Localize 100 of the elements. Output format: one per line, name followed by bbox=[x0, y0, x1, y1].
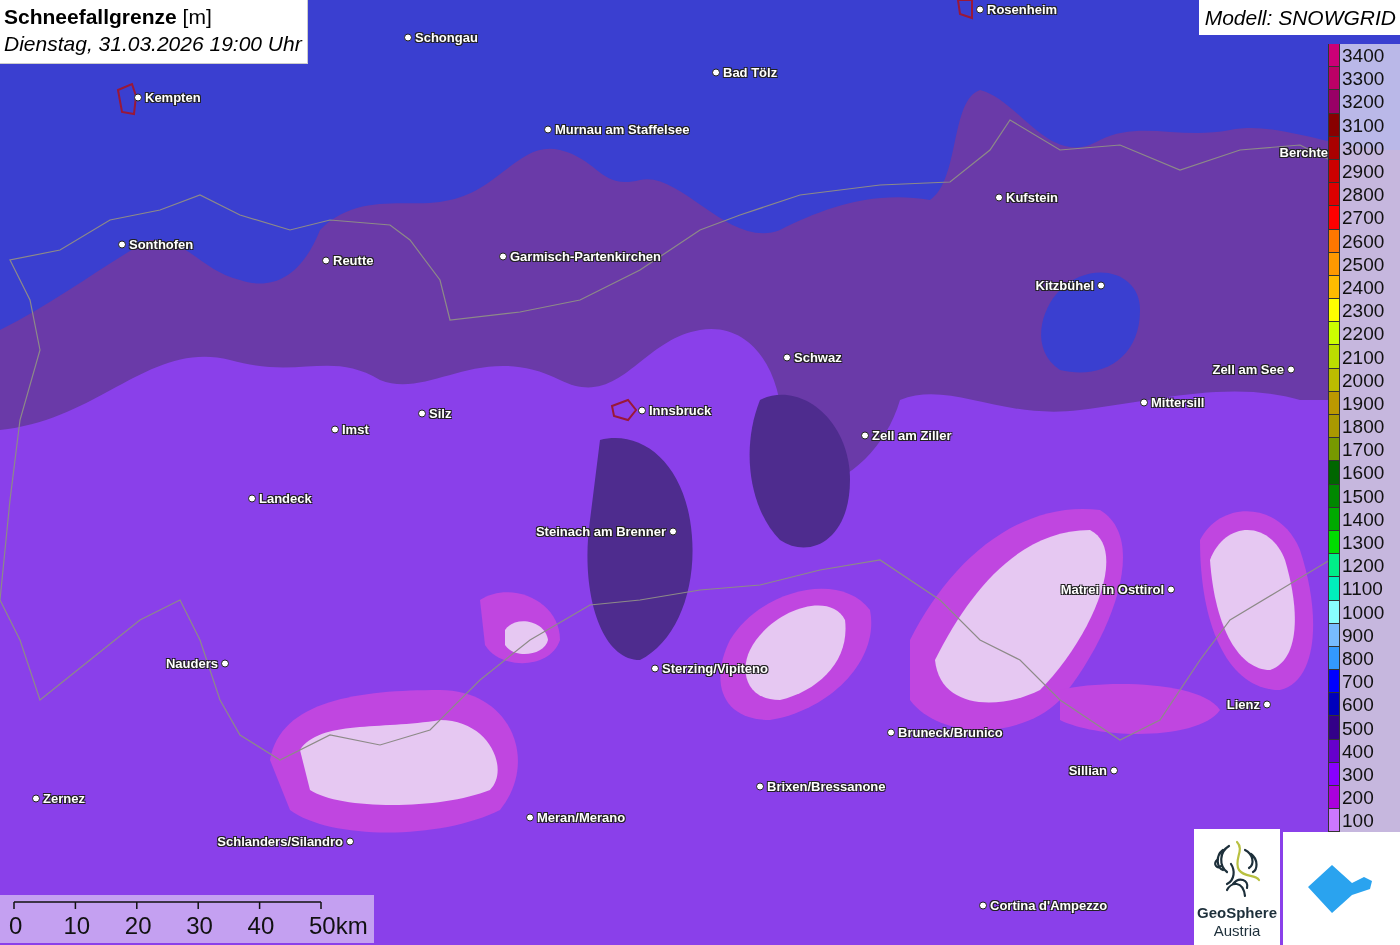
city-label: Mittersill bbox=[1151, 394, 1205, 410]
city-dot bbox=[1287, 365, 1295, 373]
legend-label: 2700 bbox=[1342, 208, 1385, 228]
city-dot bbox=[248, 494, 256, 502]
city-dot bbox=[1140, 398, 1148, 406]
city-dot bbox=[756, 782, 764, 790]
city-label: Schwaz bbox=[794, 349, 842, 365]
legend-label: 700 bbox=[1342, 672, 1374, 692]
city-label: Kempten bbox=[145, 89, 201, 105]
city-dot bbox=[651, 664, 659, 672]
city-dot bbox=[404, 33, 412, 41]
city-label: Zernez bbox=[43, 790, 85, 806]
legend-label: 2900 bbox=[1342, 162, 1385, 182]
city-dot bbox=[887, 728, 895, 736]
city-dot bbox=[783, 353, 791, 361]
legend-label: 3000 bbox=[1342, 138, 1385, 158]
legend-label: 1400 bbox=[1342, 509, 1385, 529]
city-label: Nauders bbox=[165, 655, 218, 671]
legend-label: 3200 bbox=[1342, 92, 1385, 112]
legend-label: 600 bbox=[1342, 695, 1374, 715]
city-label: Cortina d'Ampezzo bbox=[990, 897, 1108, 913]
city-label: Zell am Ziller bbox=[872, 427, 952, 443]
legend-label: 1100 bbox=[1342, 579, 1383, 599]
city-label: Schongau bbox=[415, 29, 478, 45]
logo-name: GeoSphere bbox=[1197, 904, 1277, 922]
legend-label: 1700 bbox=[1342, 440, 1385, 460]
legend-label: 1600 bbox=[1342, 463, 1385, 483]
city-label: Murnau am Staffelsee bbox=[555, 121, 690, 137]
city-label: Steinach am Brenner bbox=[535, 523, 666, 539]
city-dot bbox=[1167, 585, 1175, 593]
scale-label: 50km bbox=[309, 912, 368, 940]
city-dot bbox=[861, 431, 869, 439]
legend-label: 1900 bbox=[1342, 393, 1385, 413]
map-title: Schneefallgrenze [m] bbox=[4, 4, 213, 30]
city-label: Silz bbox=[429, 405, 452, 421]
legend-label: 1300 bbox=[1342, 533, 1385, 553]
legend-label: 2400 bbox=[1342, 277, 1385, 297]
city-label: Innsbruck bbox=[649, 402, 712, 418]
city-dot bbox=[1097, 281, 1105, 289]
city-dot bbox=[1263, 700, 1271, 708]
city-label: Bad Tölz bbox=[723, 64, 778, 80]
legend-label: 1800 bbox=[1342, 417, 1385, 437]
city-label: Matrei in Osttirol bbox=[1060, 581, 1164, 597]
city-label: Landeck bbox=[259, 490, 312, 506]
city-label: Kitzbühel bbox=[1035, 277, 1094, 293]
city-dot bbox=[638, 406, 646, 414]
scale-label: 20 bbox=[124, 912, 152, 940]
legend-label: 3100 bbox=[1342, 115, 1385, 135]
legend-label: 300 bbox=[1342, 764, 1374, 784]
legend-label: 1200 bbox=[1342, 556, 1385, 576]
city-label: Bruneck/Brunico bbox=[898, 724, 1003, 740]
city-label: Berchte bbox=[1279, 144, 1328, 160]
model-label: Modell: SNOWGRID bbox=[1198, 0, 1400, 35]
scale-label: 0 bbox=[9, 912, 23, 940]
city-dot bbox=[712, 68, 720, 76]
city-dot bbox=[1110, 766, 1118, 774]
legend-label: 400 bbox=[1342, 741, 1374, 761]
scale-label: 10 bbox=[63, 912, 91, 940]
city-dot bbox=[976, 5, 984, 13]
city-dot bbox=[118, 240, 126, 248]
city-dot bbox=[134, 93, 142, 101]
scale-label: 30 bbox=[186, 912, 213, 940]
legend-label: 2000 bbox=[1342, 370, 1385, 390]
city-label: Rosenheim bbox=[987, 1, 1058, 17]
legend-label: 800 bbox=[1342, 648, 1374, 668]
legend-label: 2600 bbox=[1342, 231, 1385, 251]
city-label: Sonthofen bbox=[129, 236, 194, 252]
legend-label: 2200 bbox=[1342, 324, 1385, 344]
legend-label: 900 bbox=[1342, 625, 1374, 645]
city-dot bbox=[499, 252, 507, 260]
city-label: Garmisch-Partenkirchen bbox=[510, 248, 661, 264]
city-dot bbox=[32, 794, 40, 802]
legend-label: 2300 bbox=[1342, 301, 1385, 321]
forecast-datetime: Dienstag, 31.03.2026 19:00 Uhr bbox=[4, 31, 302, 57]
city-dot bbox=[331, 425, 339, 433]
city-label: Brixen/Bressanone bbox=[767, 778, 886, 794]
legend-label: 1500 bbox=[1342, 486, 1385, 506]
city-dot bbox=[346, 837, 354, 845]
city-label: Kufstein bbox=[1006, 189, 1058, 205]
city-dot bbox=[979, 901, 987, 909]
legend-label: 3400 bbox=[1342, 46, 1385, 66]
city-label: Lienz bbox=[1226, 696, 1260, 712]
legend-label: 100 bbox=[1342, 811, 1374, 831]
legend-label: 500 bbox=[1342, 718, 1374, 738]
city-dot bbox=[669, 527, 677, 535]
city-dot bbox=[544, 125, 552, 133]
legend-label: 2500 bbox=[1342, 254, 1385, 274]
city-dot bbox=[322, 256, 330, 264]
city-label: Meran/Merano bbox=[537, 809, 626, 825]
city-label: Imst bbox=[342, 421, 369, 437]
city-label: Schlanders/Silandro bbox=[217, 833, 343, 849]
city-dot bbox=[221, 659, 229, 667]
legend-label: 3300 bbox=[1342, 69, 1385, 89]
logo-caption: Austria bbox=[1213, 922, 1261, 940]
city-dot bbox=[526, 813, 534, 821]
city-label: Reutte bbox=[333, 252, 374, 268]
city-label: Sillian bbox=[1068, 762, 1107, 778]
city-dot bbox=[995, 193, 1003, 201]
city-dot bbox=[418, 409, 426, 417]
scale-label: 40 bbox=[247, 912, 275, 940]
